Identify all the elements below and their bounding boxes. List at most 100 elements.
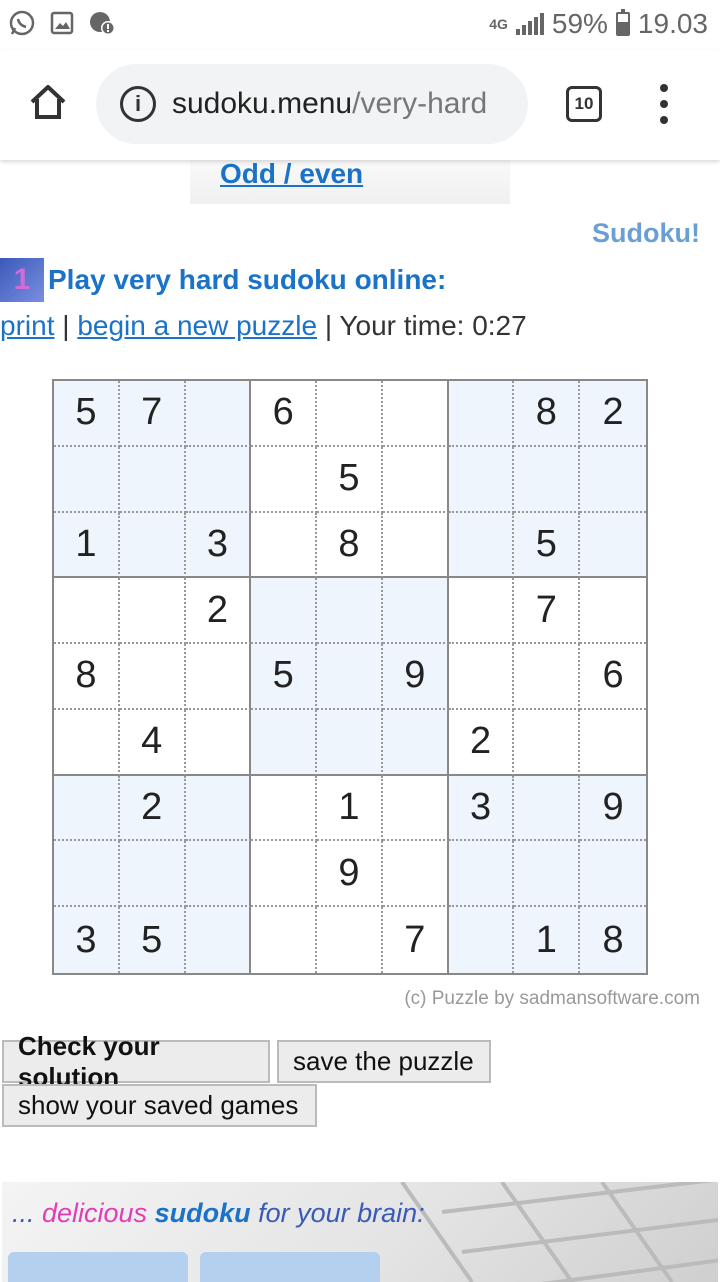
sudoku-cell-r5c8[interactable] (514, 644, 581, 710)
sudoku-cell-r7c4[interactable] (251, 775, 318, 842)
sudoku-cell-r4c3: 2 (185, 578, 252, 645)
sudoku-cell-r2c1[interactable] (54, 446, 120, 513)
sudoku-cell-r8c4[interactable] (251, 841, 318, 908)
sudoku-cell-r1c7[interactable] (448, 381, 515, 447)
sudoku-cell-r5c7[interactable] (448, 644, 515, 710)
sudoku-cell-r2c2[interactable] (119, 446, 186, 513)
image-icon (48, 9, 76, 37)
sudoku-cell-r4c2[interactable] (119, 578, 186, 645)
sudoku-cell-r4c4[interactable] (251, 578, 318, 645)
promo-text: ... delicious sudoku for your brain: (12, 1198, 425, 1229)
sudoku-cell-r6c7: 2 (448, 709, 515, 776)
new-puzzle-link[interactable]: begin a new puzzle (77, 310, 317, 341)
sudoku-cell-r2c7[interactable] (448, 446, 515, 513)
sudoku-cell-r4c1[interactable] (54, 578, 120, 645)
odd-even-tab: Odd / even (190, 158, 510, 204)
browser-toolbar: i sudoku.menu/very-hard 10 (0, 50, 720, 160)
sudoku-cell-r2c6[interactable] (382, 446, 449, 513)
sudoku-cell-r5c2[interactable] (119, 644, 186, 710)
alert-icon (88, 9, 116, 37)
sudoku-cell-r1c1: 5 (54, 381, 120, 447)
sudoku-cell-r1c5[interactable] (317, 381, 383, 447)
sudoku-cell-r3c7[interactable] (448, 512, 515, 579)
sudoku-cell-r9c9: 8 (580, 907, 646, 973)
system-status: 4G 59% 19.03 (489, 8, 708, 40)
sudoku-cell-r1c3[interactable] (185, 381, 252, 447)
check-solution-button[interactable]: Check your solution (2, 1031, 270, 1092)
home-icon[interactable] (28, 82, 68, 122)
sudoku-cell-r7c8[interactable] (514, 775, 581, 842)
sudoku-cell-r2c8[interactable] (514, 446, 581, 513)
sudoku-cell-r4c9[interactable] (580, 578, 646, 645)
show-saved-games-button[interactable]: show your saved games (2, 1084, 317, 1127)
url-text[interactable]: sudoku.menu/very-hard (172, 87, 487, 121)
tab-switcher-button[interactable]: 10 (566, 86, 602, 122)
sudoku-cell-r6c2: 4 (119, 709, 186, 776)
promo-suffix: for your brain: (250, 1198, 425, 1228)
sudoku-cell-r2c5: 5 (317, 446, 383, 513)
url-path: /very-hard (352, 87, 488, 120)
sudoku-cell-r5c9: 6 (580, 644, 646, 710)
sudoku-cell-r8c6[interactable] (382, 841, 449, 908)
sudoku-home-link[interactable]: Sudoku! (592, 218, 700, 249)
sudoku-cell-r8c1[interactable] (54, 841, 120, 908)
sudoku-cell-r1c2: 7 (119, 381, 186, 447)
sudoku-cell-r4c5[interactable] (317, 578, 383, 645)
promo-card[interactable] (200, 1252, 380, 1282)
battery-percent: 59% (551, 8, 608, 39)
sudoku-cell-r2c3[interactable] (185, 446, 252, 513)
sudoku-cell-r6c3[interactable] (185, 709, 252, 776)
sudoku-cell-r2c4[interactable] (251, 446, 318, 513)
sudoku-cell-r7c2: 2 (119, 775, 186, 842)
sudoku-cell-r3c3: 3 (185, 512, 252, 579)
promo-banner[interactable]: ... delicious sudoku for your brain: (2, 1182, 718, 1282)
whatsapp-icon (8, 9, 36, 37)
overflow-menu-icon[interactable] (652, 84, 676, 124)
sudoku-cell-r7c3[interactable] (185, 775, 252, 842)
sudoku-cell-r8c5: 9 (317, 841, 383, 908)
sudoku-cell-r6c5[interactable] (317, 709, 383, 776)
url-domain: sudoku.menu (172, 87, 353, 120)
sudoku-cell-r2c9[interactable] (580, 446, 646, 513)
sudoku-cell-r9c7[interactable] (448, 907, 515, 973)
sudoku-cell-r5c5[interactable] (317, 644, 383, 710)
sudoku-cell-r4c6[interactable] (382, 578, 449, 645)
sudoku-cell-r8c2[interactable] (119, 841, 186, 908)
info-icon[interactable]: i (120, 86, 156, 122)
sudoku-cell-r6c6[interactable] (382, 709, 449, 776)
sudoku-cell-r7c1[interactable] (54, 775, 120, 842)
sudoku-cell-r6c9[interactable] (580, 710, 646, 776)
sudoku-cell-r9c4[interactable] (251, 907, 318, 973)
sudoku-cell-r5c3[interactable] (185, 644, 252, 710)
sudoku-cell-r1c6[interactable] (382, 381, 449, 447)
address-bar[interactable]: i sudoku.menu/very-hard (96, 64, 528, 144)
sudoku-cell-r1c4: 6 (251, 381, 318, 447)
save-puzzle-button[interactable]: save the puzzle (277, 1040, 491, 1083)
sudoku-cell-r3c2[interactable] (119, 512, 186, 579)
sudoku-cell-r8c3[interactable] (185, 841, 252, 908)
sudoku-cell-r6c4[interactable] (251, 709, 318, 776)
sudoku-cell-r5c4: 5 (251, 644, 318, 710)
sudoku-cell-r8c7[interactable] (448, 841, 515, 908)
sudoku-cell-r7c6[interactable] (382, 775, 449, 842)
sudoku-cell-r6c8[interactable] (514, 709, 581, 776)
sudoku-cell-r8c9[interactable] (580, 841, 646, 908)
sudoku-cell-r3c8: 5 (514, 512, 581, 579)
page-title: Play very hard sudoku online: (48, 264, 447, 295)
notification-icons (8, 9, 116, 37)
sudoku-cell-r9c5[interactable] (317, 907, 383, 973)
sudoku-cell-r9c3[interactable] (185, 907, 252, 973)
sudoku-cell-r6c1[interactable] (54, 709, 120, 776)
network-type: 4G (489, 16, 508, 32)
promo-card[interactable] (8, 1252, 188, 1282)
sudoku-cell-r4c7[interactable] (448, 578, 515, 645)
odd-even-link[interactable]: Odd / even (220, 158, 363, 190)
sudoku-cell-r8c8[interactable] (514, 841, 581, 908)
sudoku-cell-r5c1: 8 (54, 644, 120, 710)
sudoku-cell-r3c6[interactable] (382, 512, 449, 579)
sudoku-cell-r3c9[interactable] (580, 512, 646, 579)
print-link[interactable]: print (0, 310, 54, 341)
promo-prefix: ... (12, 1198, 43, 1228)
promo-word-delicious: delicious (42, 1198, 148, 1228)
sudoku-cell-r3c4[interactable] (251, 512, 318, 579)
